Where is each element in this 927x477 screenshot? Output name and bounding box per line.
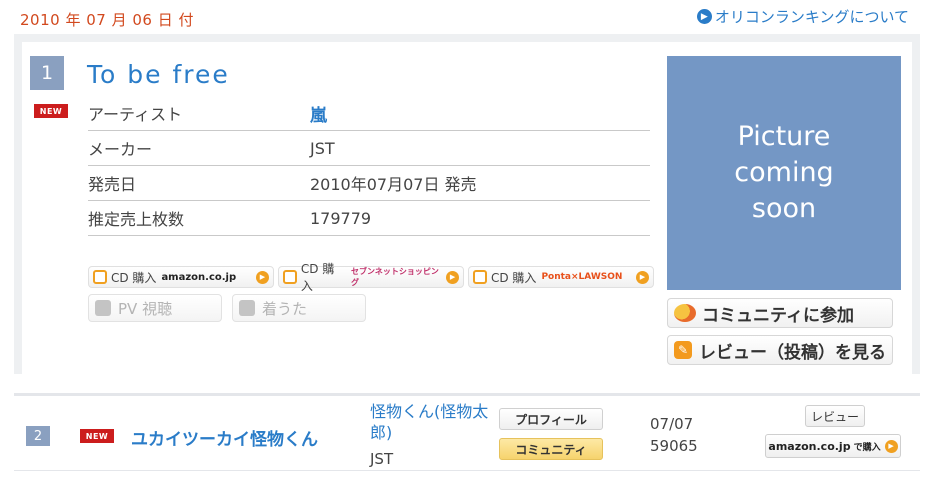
about-ranking-label: オリコンランキングについて [714, 8, 909, 26]
cart-icon [93, 270, 107, 284]
sales-count: 59065 [650, 437, 698, 455]
chaku-label: 着うた [262, 299, 308, 318]
info-row-maker: メーカー JST [88, 131, 650, 166]
picture-text-line: soon [751, 193, 817, 224]
artist-link[interactable]: 嵐 [310, 101, 650, 126]
new-badge: NEW [80, 429, 114, 443]
ponta-lawson-logo: Ponta×LAWSON [541, 272, 623, 282]
info-value: JST [310, 138, 335, 158]
cart-icon [283, 270, 297, 284]
entry-2-maker: JST [370, 450, 394, 468]
pv-view-button[interactable]: PV 視聴 [88, 294, 222, 322]
info-key: アーティスト [88, 105, 183, 124]
info-row-artist: アーティスト 嵐 [88, 96, 650, 131]
pv-label: PV 視聴 [118, 299, 173, 318]
release-date: 07/07 [650, 415, 694, 433]
picture-text-line: Picture [737, 121, 831, 152]
info-key: 推定売上枚数 [88, 210, 185, 229]
play-arrow-icon: ▶ [256, 270, 269, 284]
entry-2-artist-link[interactable]: 怪物くん(怪物太郎) [370, 401, 490, 443]
amazon-buy-label: で購入 [853, 442, 881, 453]
play-arrow-icon: ▶ [636, 270, 649, 284]
community-icon [674, 304, 696, 322]
entry-2-release-info: 07/07 59065 [650, 413, 698, 457]
info-key: 発売日 [88, 175, 137, 194]
new-badge: NEW [34, 104, 68, 118]
review-button[interactable]: レビュー [805, 405, 865, 427]
info-value: 179779 [310, 208, 372, 228]
music-note-icon [239, 300, 255, 316]
buy-label: CD 購入 [111, 270, 157, 285]
info-row-sales: 推定売上枚数 179779 [88, 201, 650, 236]
about-ranking-link[interactable]: ▶ オリコンランキングについて [696, 6, 909, 27]
cart-icon [473, 270, 487, 284]
rank-2-badge: 2 [26, 426, 50, 446]
info-row-release-date: 発売日 2010年07月07日 発売 [88, 166, 650, 201]
play-arrow-icon: ▶ [884, 439, 898, 453]
arrow-right-icon: ▶ [696, 9, 712, 24]
picture-text-line: coming [734, 157, 834, 188]
buy-cd-sevennet-button[interactable]: CD 購入 セブンネットショッピング ▶ [278, 262, 464, 293]
buy-cd-lawson-button[interactable]: CD 購入 Ponta×LAWSON ▶ [468, 266, 654, 288]
join-community-label: コミュニティに参加 [702, 305, 854, 326]
album-picture-placeholder: Picture coming soon [667, 56, 901, 290]
video-icon [95, 300, 111, 316]
ranking-date: 2010 年 07 月 06 日 付 [20, 11, 194, 29]
buy-cd-amazon-button[interactable]: CD 購入 amazon.co.jp ▶ [88, 266, 274, 288]
amazon-logo: amazon.co.jp [768, 439, 851, 453]
buy-button-row: CD 購入 amazon.co.jp ▶ CD 購入 セブンネットショッピング … [88, 262, 654, 293]
entry-2-title[interactable]: ユカイツーカイ怪物くん [131, 425, 318, 450]
join-community-button[interactable]: コミュニティに参加 [667, 298, 893, 328]
entry-1-info-table: アーティスト 嵐 メーカー JST 発売日 2010年07月07日 発売 推定売… [88, 96, 650, 236]
view-reviews-button[interactable]: ✎ レビュー（投稿）を見る [667, 335, 893, 365]
sevennet-logo: セブンネットショッピング [351, 267, 439, 287]
entry-1-title[interactable]: To be free [87, 60, 230, 89]
buy-label: CD 購入 [300, 262, 335, 293]
view-reviews-label: レビュー（投稿）を見る [699, 342, 886, 363]
amazon-logo: amazon.co.jp [161, 271, 237, 283]
media-button-row: PV 視聴 着うた [88, 294, 366, 322]
info-value: 2010年07月07日 発売 [310, 175, 477, 194]
review-icon: ✎ [674, 341, 692, 359]
chaku-uta-button[interactable]: 着うた [232, 294, 366, 322]
community-button[interactable]: コミュニティ [499, 438, 603, 460]
info-key: メーカー [88, 140, 153, 159]
buy-label: CD 購入 [491, 270, 537, 285]
play-arrow-icon: ▶ [446, 270, 459, 284]
profile-button[interactable]: プロフィール [499, 408, 603, 430]
rank-1-badge: 1 [30, 56, 64, 90]
buy-amazon-button[interactable]: amazon.co.jp で購入 ▶ [765, 434, 901, 458]
